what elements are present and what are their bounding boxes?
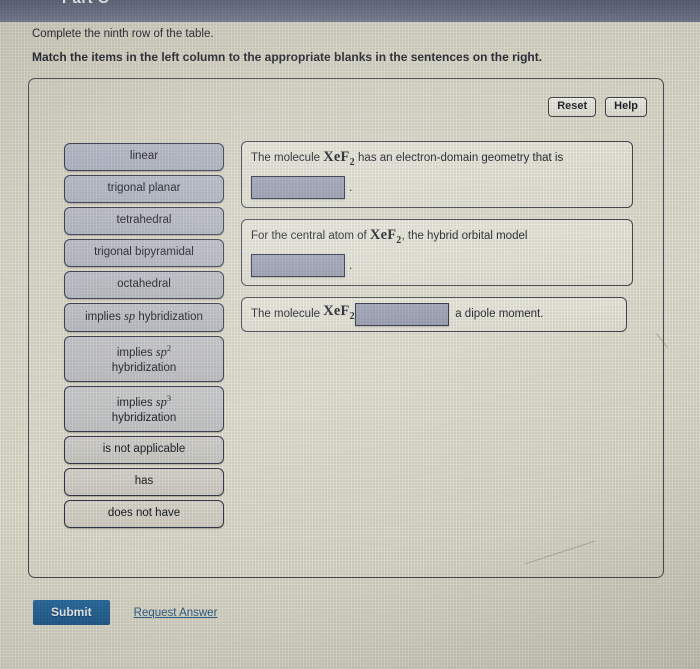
sentence-text-after: has an electron-domain geometry that is — [358, 152, 564, 164]
sentence-period: . — [349, 257, 353, 272]
bank-item-label: implies sp hybridization — [85, 309, 203, 323]
bank-item-linear[interactable]: linear — [64, 143, 224, 171]
draggable-item-bank: linear trigonal planar tetrahedral trigo… — [64, 143, 224, 532]
drop-target-blank-3[interactable] — [354, 302, 449, 326]
bank-item-trigonal-bipyramidal[interactable]: trigonal bipyramidal — [64, 239, 224, 267]
bank-item-trigonal-planar[interactable]: trigonal planar — [64, 175, 224, 203]
exercise-footer: Submit Request Answer — [33, 600, 217, 625]
bank-item-label: tetrahedral — [116, 214, 172, 226]
request-answer-link[interactable]: Request Answer — [134, 607, 218, 619]
reset-button[interactable]: Reset — [548, 97, 597, 117]
sentence-text-before: The molecule — [251, 152, 321, 164]
bank-item-label: trigonal planar — [107, 182, 181, 194]
sentence-1-blank-row: . — [251, 175, 623, 199]
bank-item-label: implies sp2 hybridization — [111, 343, 177, 375]
bank-item-is-not-applicable[interactable]: is not applicable — [64, 436, 224, 465]
assignment-header-bar: Part C — [0, 0, 700, 22]
sentence-card-3: The molecule XeF2 a dipole moment. — [241, 296, 627, 332]
sentence-2-blank-row: . — [251, 253, 623, 277]
bank-item-implies-sp2-hybridization[interactable]: implies sp2 hybridization — [64, 336, 224, 383]
sentence-list: The molecule XeF2 has an electron-domain… — [241, 141, 633, 343]
bank-item-label: trigonal bipyramidal — [94, 246, 194, 258]
bank-item-has[interactable]: has — [64, 468, 224, 497]
sentence-text-after: , the hybrid orbital model — [401, 229, 528, 242]
sentence-card-1: The molecule XeF2 has an electron-domain… — [241, 141, 633, 208]
bank-item-label: does not have — [107, 507, 181, 520]
bank-item-label: is not applicable — [102, 443, 186, 456]
instruction-line-2: Match the items in the left column to th… — [32, 50, 543, 64]
chemical-formula-xef2: XeF2 — [323, 149, 355, 168]
bank-item-implies-sp-hybridization[interactable]: implies sp hybridization — [64, 303, 224, 332]
sentence-text-before: The molecule — [251, 307, 321, 320]
bank-item-label: implies sp3 hybridization — [111, 393, 177, 425]
bank-item-implies-sp3-hybridization[interactable]: implies sp3 hybridization — [64, 386, 224, 433]
sentence-text-before: For the central atom of — [251, 229, 367, 242]
bank-item-tetrahedral[interactable]: tetrahedral — [64, 207, 224, 235]
panel-tool-buttons: Reset Help — [548, 97, 647, 117]
bank-item-label: has — [134, 475, 154, 488]
drop-target-blank-2[interactable] — [251, 253, 345, 277]
sentence-text-after: a dipole moment. — [455, 307, 544, 320]
assignment-header-title: Part C — [62, 0, 109, 7]
chemical-formula-xef2: XeF2 — [369, 226, 402, 246]
chemical-formula-xef2: XeF2 — [323, 303, 355, 323]
bank-item-does-not-have[interactable]: does not have — [64, 500, 224, 529]
submit-button[interactable]: Submit — [33, 600, 110, 625]
bank-item-label: linear — [129, 150, 159, 162]
bank-item-octahedral[interactable]: octahedral — [64, 271, 224, 299]
matching-exercise-panel: Reset Help linear trigonal planar tetrah… — [28, 78, 664, 578]
bank-item-label: octahedral — [117, 278, 171, 290]
sentence-card-2: For the central atom of XeF2, the hybrid… — [241, 218, 633, 286]
instruction-line-1: Complete the ninth row of the table. — [32, 28, 214, 40]
drop-target-blank-1[interactable] — [251, 175, 345, 199]
sentence-period: . — [349, 179, 353, 194]
help-button[interactable]: Help — [605, 97, 647, 117]
